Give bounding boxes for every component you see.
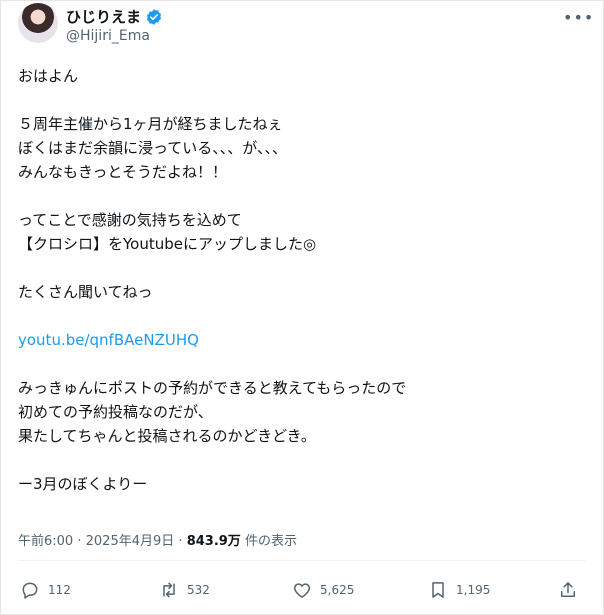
post-date[interactable]: 2025年4月9日 (86, 534, 175, 549)
post-line: たくさん聞いてねっ (18, 283, 153, 301)
post-line: みんなもきっとそうだよね！！ (18, 163, 227, 181)
repost-button[interactable]: 532 (159, 580, 210, 600)
reply-button[interactable]: 112 (20, 580, 71, 600)
bookmark-icon (432, 582, 444, 598)
post-line: ５周年主催から1ヶ月が経ちましたねぇ (18, 115, 283, 133)
bookmark-count: 1,195 (456, 583, 491, 597)
post-line: 果たしてちゃんと投稿されるのかどきどき。 (18, 427, 316, 445)
author-name-row[interactable]: ひじりえま (66, 6, 163, 27)
avatar[interactable] (18, 3, 58, 43)
post-line: おはよん (18, 67, 79, 85)
post-line: みっきゅんにポストの予約ができると教えてもらったので (18, 379, 407, 397)
post-line: ってことで感謝の気持ちを込めて (18, 211, 242, 229)
post-line: ー3月のぼくよりー (18, 475, 148, 493)
like-count: 5,625 (320, 583, 355, 597)
action-bar: 112 532 5,625 1,195 (18, 580, 588, 602)
bookmark-button[interactable]: 1,195 (428, 580, 490, 600)
post-line: 初めての予約投稿なのだが、 (18, 403, 213, 421)
divider (18, 560, 586, 561)
youtube-link[interactable]: youtu.be/qnfBAeNZUHQ (18, 328, 588, 352)
meta-separator: · (178, 534, 183, 549)
share-button[interactable] (558, 580, 578, 600)
post-line: 【クロシロ】をYoutubeにアップしました◎ (18, 235, 317, 253)
views-count: 843.9万 (186, 534, 241, 549)
post-time[interactable]: 午前6:00 (18, 534, 73, 549)
reply-count: 112 (48, 583, 71, 597)
heart-icon (293, 583, 311, 598)
share-icon (561, 582, 575, 597)
reply-icon (22, 582, 38, 599)
author-handle[interactable]: @Hijiri_Ema (66, 28, 150, 44)
more-dots-icon[interactable]: ••• (563, 8, 594, 27)
post-meta: 午前6:00 · 2025年4月9日 · 843.9万 件の表示 (18, 530, 297, 549)
repost-count: 532 (187, 583, 210, 597)
views-label: 件の表示 (244, 534, 297, 549)
verified-badge-icon (146, 8, 162, 25)
post-text: おはよん ５周年主催から1ヶ月が経ちましたねぇ ぼくはまだ余韻に浸っている、、、… (18, 64, 588, 496)
post-line: ぼくはまだ余韻に浸っている、、、が、、、 (18, 139, 287, 157)
meta-separator: · (77, 534, 82, 549)
like-button[interactable]: 5,625 (292, 580, 354, 600)
repost-icon (163, 582, 175, 598)
author-display-name[interactable]: ひじりえま (66, 6, 141, 27)
